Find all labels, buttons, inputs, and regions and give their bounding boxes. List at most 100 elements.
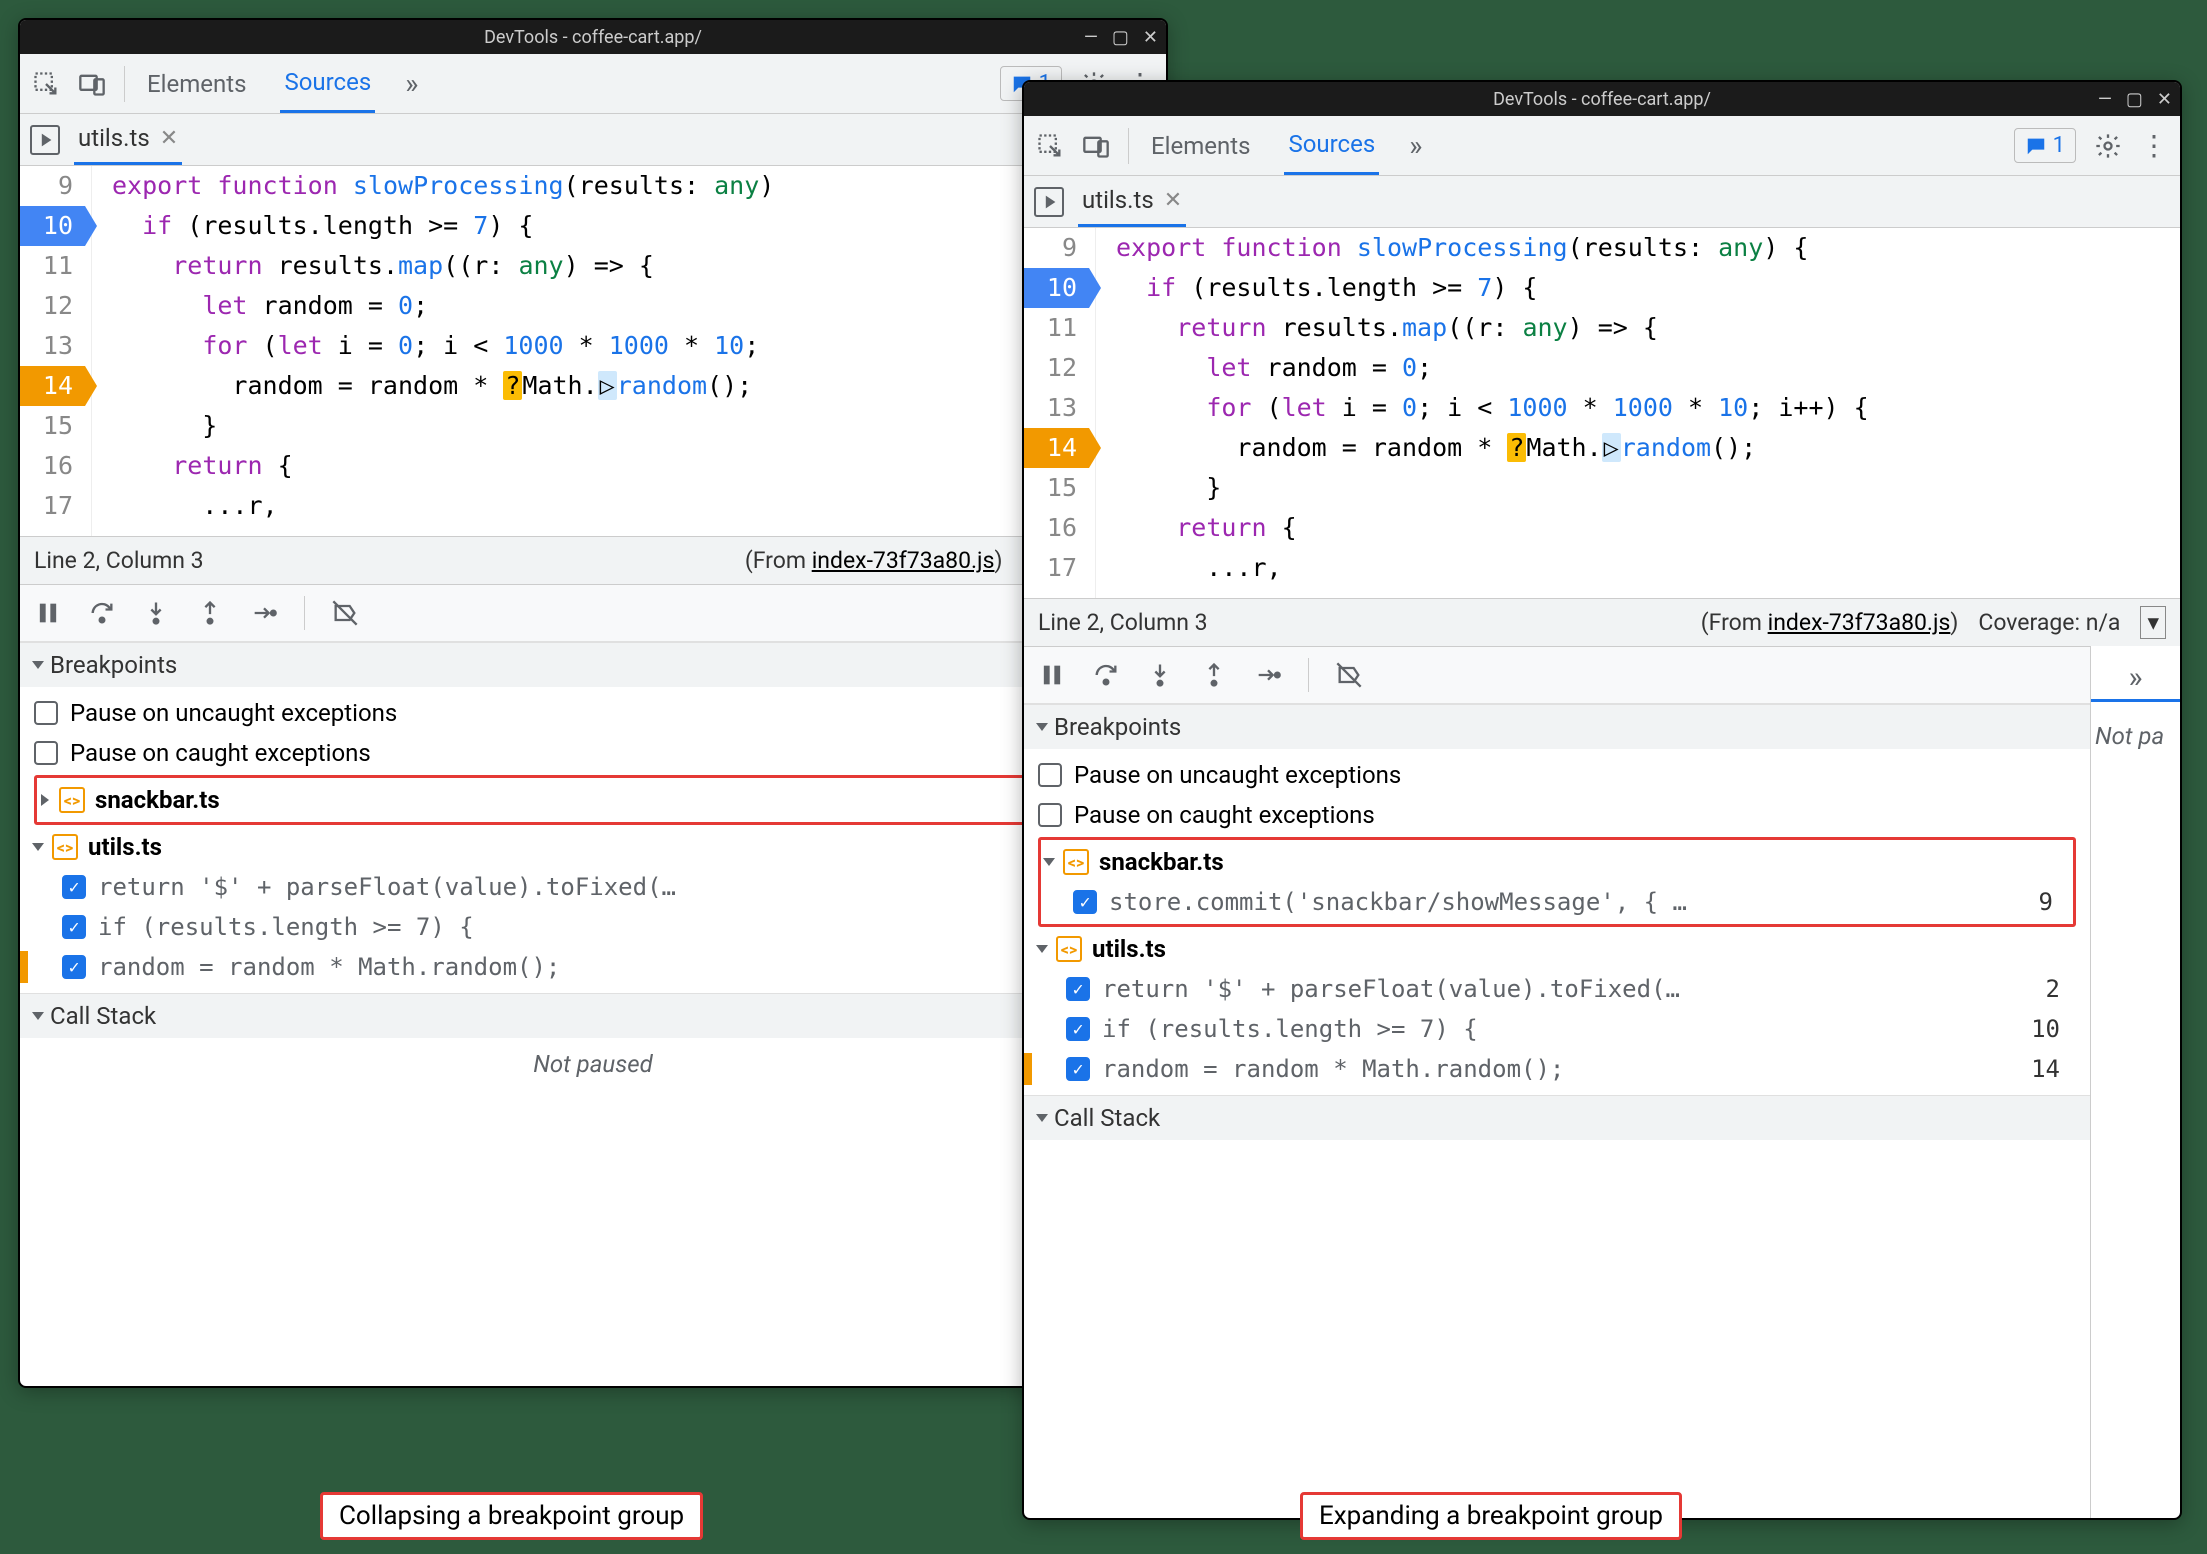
checkbox-checked[interactable]: ✓: [1066, 1017, 1090, 1041]
code-content: export function slowProcessing(results: …: [1096, 228, 1869, 598]
more-panels-icon[interactable]: »: [2128, 660, 2142, 695]
more-tabs-icon[interactable]: »: [1409, 129, 1422, 162]
file-tab-utils[interactable]: utils.ts ✕: [1078, 176, 1186, 227]
checkbox-unchecked[interactable]: [34, 741, 58, 765]
pause-icon[interactable]: [34, 599, 62, 627]
checkbox-checked[interactable]: ✓: [1073, 890, 1097, 914]
panel-tabs: Elements Sources »: [1147, 116, 1422, 175]
step-over-icon[interactable]: [88, 599, 116, 627]
issues-badge[interactable]: 1: [2014, 128, 2076, 163]
debug-toolbar: [1024, 646, 2090, 704]
sourcemap-link[interactable]: index-73f73a80.js: [1768, 609, 1951, 636]
checkbox-checked[interactable]: ✓: [62, 915, 86, 939]
checkbox-checked[interactable]: ✓: [1066, 1057, 1090, 1081]
debug-toolbar: [20, 584, 1166, 642]
step-into-icon[interactable]: [142, 599, 170, 627]
ts-file-icon: <>: [52, 834, 78, 860]
close-icon[interactable]: ✕: [1164, 188, 1182, 213]
navigator-icon[interactable]: [1034, 187, 1064, 217]
status-bar: Line 2, Column 3 (From index-73f73a80.js…: [20, 536, 1166, 584]
message-icon: [2025, 135, 2047, 157]
checkbox-unchecked[interactable]: [34, 701, 58, 725]
inspect-icon[interactable]: [1036, 132, 1064, 160]
navigator-icon[interactable]: [30, 125, 60, 155]
maximize-button[interactable]: ▢: [2126, 89, 2143, 110]
main-toolbar: Elements Sources » 1 ⋮: [1024, 116, 2180, 176]
breakpoint-item[interactable]: ✓ if (results.length >= 7) { 10: [34, 907, 1152, 947]
step-out-icon[interactable]: [1200, 661, 1228, 689]
kebab-icon[interactable]: ⋮: [2140, 129, 2168, 162]
close-button[interactable]: ✕: [1143, 27, 1158, 48]
pause-caught-row[interactable]: Pause on caught exceptions: [1038, 795, 2076, 835]
more-tabs-icon[interactable]: »: [405, 67, 418, 100]
code-content: export function slowProcessing(results: …: [92, 166, 774, 536]
breakpoint-item[interactable]: ✓ if (results.length >= 7) { 10: [1038, 1009, 2076, 1049]
tab-elements[interactable]: Elements: [143, 56, 250, 112]
breakpoint-group-utils[interactable]: <> utils.ts: [34, 827, 1152, 867]
step-icon[interactable]: [250, 599, 278, 627]
chevron-down-icon: [32, 1012, 44, 1020]
breakpoint-item[interactable]: ✓ return '$' + parseFloat(value).toFixed…: [34, 867, 1152, 907]
cursor-position: Line 2, Column 3: [34, 547, 204, 574]
deactivate-breakpoints-icon[interactable]: [1335, 661, 1363, 689]
window-controls: — ▢ ✕: [2098, 82, 2172, 116]
checkbox-checked[interactable]: ✓: [62, 955, 86, 979]
checkbox-unchecked[interactable]: [1038, 763, 1062, 787]
chevron-down-icon: [1036, 1114, 1048, 1122]
file-tab-utils[interactable]: utils.ts ✕: [74, 114, 182, 165]
maximize-button[interactable]: ▢: [1112, 27, 1129, 48]
caption-right: Expanding a breakpoint group: [1300, 1492, 1682, 1540]
coverage-label: Coverage: n/a: [1978, 609, 2120, 636]
tab-elements[interactable]: Elements: [1147, 118, 1254, 174]
pause-caught-row[interactable]: Pause on caught exceptions: [34, 733, 1152, 773]
callstack-pane: Call Stack: [1024, 1095, 2090, 1140]
step-icon[interactable]: [1254, 661, 1282, 689]
inspect-icon[interactable]: [32, 70, 60, 98]
close-button[interactable]: ✕: [2157, 89, 2172, 110]
breakpoint-item[interactable]: ✓ return '$' + parseFloat(value).toFixed…: [1038, 969, 2076, 1009]
highlighted-group-collapsed: <> snackbar.ts: [34, 775, 1152, 825]
source-map-from: (From index-73f73a80.js): [745, 547, 1003, 574]
panel-tabs: Elements Sources »: [143, 54, 418, 113]
code-editor[interactable]: 9 10 11 12 13 14 15 16 17 export functio…: [20, 166, 1166, 536]
breakpoint-item[interactable]: ✓ random = random * Math.random(); 14: [34, 947, 1152, 987]
file-tabs: utils.ts ✕: [1024, 176, 2180, 228]
breakpoint-group-snackbar[interactable]: <> snackbar.ts: [41, 780, 1145, 820]
breakpoint-group-snackbar[interactable]: <> snackbar.ts: [1045, 842, 2069, 882]
line-gutter: 9 10 11 12 13 14 15 16 17: [1024, 228, 1096, 598]
close-icon[interactable]: ✕: [160, 126, 178, 151]
gear-icon[interactable]: [2094, 132, 2122, 160]
chevron-down-icon: [1036, 723, 1048, 731]
chevron-down-icon: [32, 843, 44, 851]
pause-icon[interactable]: [1038, 661, 1066, 689]
breakpoints-header[interactable]: Breakpoints: [20, 643, 1166, 687]
device-icon[interactable]: [1082, 132, 1110, 160]
step-into-icon[interactable]: [1146, 661, 1174, 689]
checkbox-unchecked[interactable]: [1038, 803, 1062, 827]
step-out-icon[interactable]: [196, 599, 224, 627]
breakpoint-item[interactable]: ✓ random = random * Math.random(); 14: [1038, 1049, 2076, 1089]
callstack-header[interactable]: Call Stack: [1024, 1096, 2090, 1140]
minimize-button[interactable]: —: [2098, 89, 2112, 110]
checkbox-checked[interactable]: ✓: [62, 875, 86, 899]
device-icon[interactable]: [78, 70, 106, 98]
pause-uncaught-row[interactable]: Pause on uncaught exceptions: [34, 693, 1152, 733]
collapse-icon[interactable]: ▾: [2140, 606, 2166, 639]
callstack-header[interactable]: Call Stack: [20, 994, 1166, 1038]
minimize-button[interactable]: —: [1084, 27, 1098, 48]
breakpoint-group-utils[interactable]: <> utils.ts: [1038, 929, 2076, 969]
tab-sources[interactable]: Sources: [1284, 116, 1379, 175]
callstack-pane: Call Stack Not paused: [20, 993, 1166, 1090]
step-over-icon[interactable]: [1092, 661, 1120, 689]
deactivate-breakpoints-icon[interactable]: [331, 599, 359, 627]
breakpoints-header[interactable]: Breakpoints: [1024, 705, 2090, 749]
breakpoint-item[interactable]: ✓ store.commit('snackbar/showMessage', {…: [1045, 882, 2069, 922]
titlebar: DevTools - coffee-cart.app/ — ▢ ✕: [20, 20, 1166, 54]
pause-uncaught-row[interactable]: Pause on uncaught exceptions: [1038, 755, 2076, 795]
tab-sources[interactable]: Sources: [280, 54, 375, 113]
window-controls: — ▢ ✕: [1084, 20, 1158, 54]
checkbox-checked[interactable]: ✓: [1066, 977, 1090, 1001]
ts-file-icon: <>: [1063, 849, 1089, 875]
code-editor[interactable]: 9 10 11 12 13 14 15 16 17 export functio…: [1024, 228, 2180, 598]
sourcemap-link[interactable]: index-73f73a80.js: [812, 547, 995, 574]
